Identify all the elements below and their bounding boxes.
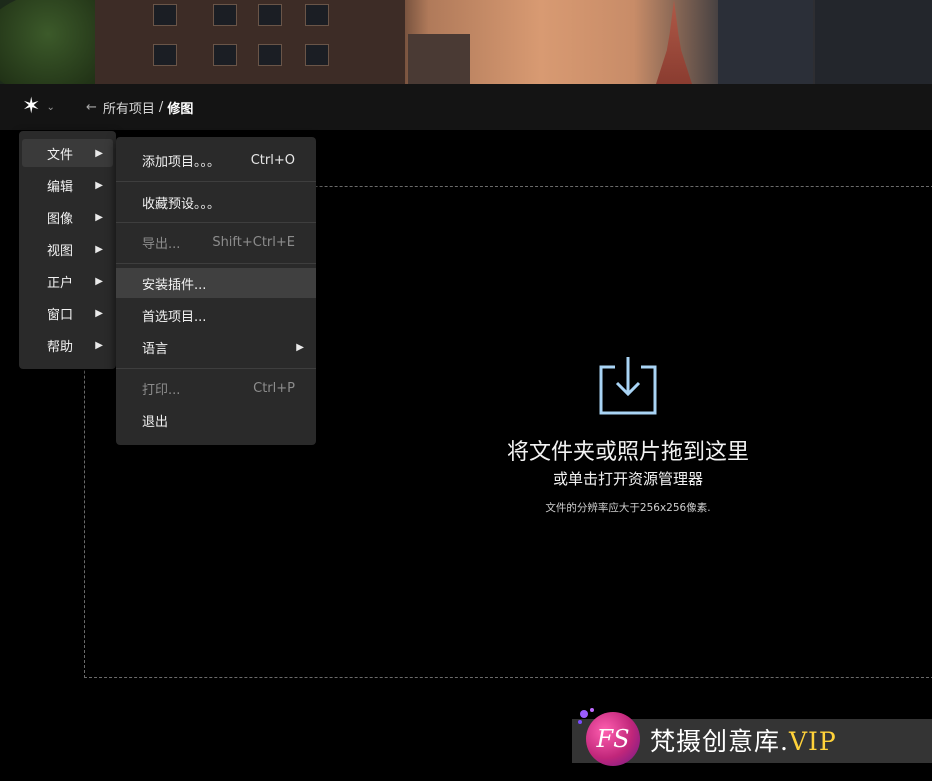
watermark-logo: FS bbox=[586, 712, 640, 766]
language-item[interactable]: 语言 ▶ bbox=[116, 332, 316, 362]
breadcrumb-separator: / bbox=[158, 100, 164, 115]
menu-item-label: 视图 bbox=[47, 243, 74, 259]
submenu-arrow-icon: ▶ bbox=[95, 243, 103, 255]
import-icon bbox=[599, 357, 657, 415]
menu-separator bbox=[116, 368, 316, 369]
submenu-arrow-icon: ▶ bbox=[95, 211, 103, 223]
watermark-text: 梵摄创意库.VIP bbox=[650, 722, 837, 758]
export-item[interactable]: 导出... Shift+Ctrl+E bbox=[116, 227, 316, 257]
watermark: FS 梵摄创意库.VIP bbox=[572, 706, 932, 766]
menu-item-label: 安装插件... bbox=[142, 277, 207, 293]
submenu-arrow-icon: ▶ bbox=[296, 341, 304, 353]
menu-item-edit[interactable]: 编辑 ▶ bbox=[22, 171, 113, 199]
open-explorer-link[interactable]: 或单击打开资源管理器 bbox=[478, 468, 778, 489]
submenu-arrow-icon: ▶ bbox=[95, 275, 103, 287]
menu-item-label: 收藏预设。。。 bbox=[142, 196, 221, 212]
shortcut-label: Ctrl+O bbox=[250, 152, 295, 168]
install-plugin-item[interactable]: 安装插件... bbox=[116, 268, 316, 298]
menu-item-label: 首选项目... bbox=[142, 309, 207, 325]
glass-building bbox=[718, 0, 813, 84]
menu-item-label: 打印... bbox=[142, 382, 181, 398]
print-item[interactable]: 打印... Ctrl+P bbox=[116, 373, 316, 403]
preferences-item[interactable]: 首选项目... bbox=[116, 300, 316, 330]
menu-item-file[interactable]: 文件 ▶ bbox=[22, 139, 113, 167]
menu-item-window[interactable]: 窗口 ▶ bbox=[22, 299, 113, 327]
shortcut-label: Ctrl+P bbox=[253, 380, 295, 396]
chevron-down-icon: ⌄ bbox=[46, 101, 55, 113]
menu-item-label: 帮助 bbox=[47, 339, 74, 355]
menu-item-view[interactable]: 视图 ▶ bbox=[22, 235, 113, 263]
submenu-arrow-icon: ▶ bbox=[95, 307, 103, 319]
tower-spire bbox=[656, 0, 692, 84]
add-project-item[interactable]: 添加项目。。。 Ctrl+O bbox=[116, 145, 316, 175]
drop-zone-title: 将文件夹或照片拖到这里 bbox=[506, 440, 749, 465]
app-menu-button[interactable]: ✶ ⌄ bbox=[22, 96, 55, 118]
dark-building bbox=[815, 0, 932, 84]
watermark-brand: 梵摄创意库. bbox=[650, 727, 789, 756]
menu-item-image[interactable]: 图像 ▶ bbox=[22, 203, 113, 231]
brick-building bbox=[95, 0, 405, 84]
main-menu: 文件 ▶ 编辑 ▶ 图像 ▶ 视图 ▶ 正户 ▶ 窗口 ▶ 帮助 ▶ bbox=[19, 131, 116, 369]
menu-item-label: 正户 bbox=[47, 275, 74, 291]
menu-item-account[interactable]: 正户 ▶ bbox=[22, 267, 113, 295]
submenu-arrow-icon: ▶ bbox=[95, 339, 103, 351]
star-logo-icon: ✶ bbox=[22, 94, 41, 119]
exit-item[interactable]: 退出 bbox=[116, 405, 316, 435]
menu-item-label: 添加项目。。。 bbox=[142, 154, 221, 170]
breadcrumb-current: 修图 bbox=[167, 102, 194, 117]
small-building bbox=[408, 34, 470, 84]
menu-item-label: 文件 bbox=[47, 147, 74, 163]
breadcrumb-all-projects[interactable]: 所有项目 bbox=[103, 98, 155, 117]
submenu-arrow-icon: ▶ bbox=[95, 147, 103, 159]
watermark-vip: VIP bbox=[788, 727, 837, 756]
menu-separator bbox=[116, 263, 316, 264]
shortcut-label: Shift+Ctrl+E bbox=[212, 234, 295, 250]
resolution-note: 文件的分辨率应大于256x256像素. bbox=[545, 502, 711, 514]
menu-separator bbox=[116, 181, 316, 182]
submenu-arrow-icon: ▶ bbox=[95, 179, 103, 191]
menu-item-label: 退出 bbox=[142, 414, 169, 430]
menu-item-label: 图像 bbox=[47, 211, 74, 227]
menu-item-label: 编辑 bbox=[47, 179, 74, 195]
back-arrow-icon[interactable]: ← bbox=[86, 100, 97, 115]
breadcrumb: ← 所有项目 / 修图 bbox=[86, 98, 193, 117]
menu-item-label: 语言 bbox=[142, 341, 169, 357]
menu-item-label: 导出... bbox=[142, 236, 181, 252]
background-photo bbox=[0, 0, 932, 84]
menu-item-help[interactable]: 帮助 ▶ bbox=[22, 331, 113, 359]
menu-separator bbox=[116, 222, 316, 223]
file-submenu: 添加项目。。。 Ctrl+O 收藏预设。。。 导出... Shift+Ctrl+… bbox=[116, 137, 316, 445]
menu-item-label: 窗口 bbox=[47, 307, 74, 323]
favorite-presets-item[interactable]: 收藏预设。。。 bbox=[116, 187, 316, 217]
